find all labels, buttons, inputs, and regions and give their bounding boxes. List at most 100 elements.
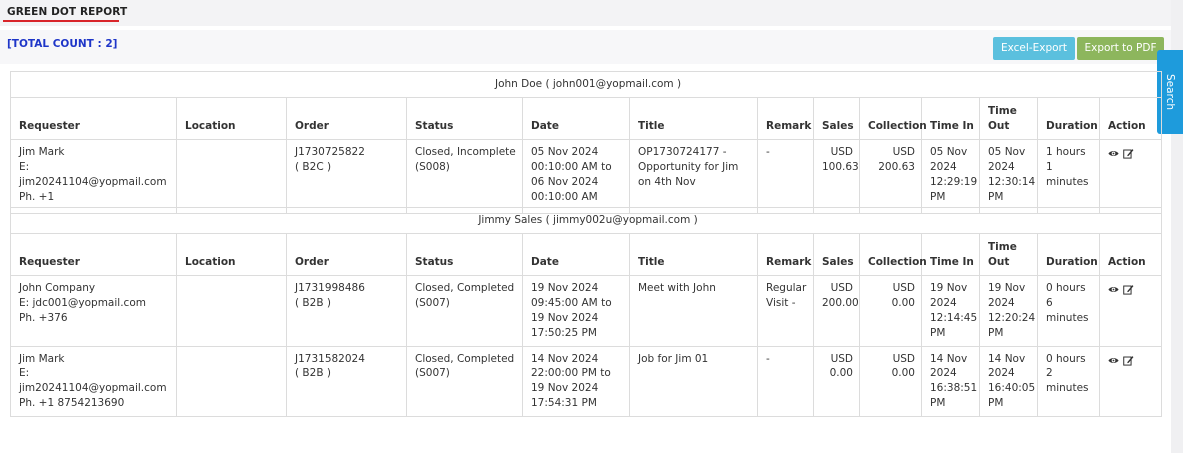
time-in-cell: 19 Nov 2024 12:14:45 PM <box>921 275 980 347</box>
requester-cell: John Company E: jdc001@yopmail.com Ph. +37… <box>10 275 177 347</box>
column-header-duration: Duration <box>1037 96 1100 141</box>
column-header-collection: Collection <box>859 96 927 141</box>
column-header-time-in: Time In <box>921 96 980 141</box>
date-cell: 19 Nov 2024 09:45:00 AM to 19 Nov 2024 1… <box>522 275 630 347</box>
report-table-group: John Doe ( john001@yopmail.com ) Requeste… <box>9 71 1163 215</box>
group-header: Jimmy Sales ( jimmy002u@yopmail.com ) <box>9 207 1163 234</box>
column-header-requester: Requester <box>10 232 177 277</box>
column-header-remark: Remark <box>757 96 814 141</box>
order-cell: J1730725822 ( B2C ) <box>286 139 407 215</box>
column-header-sales: Sales <box>813 232 860 277</box>
location-cell <box>176 275 287 347</box>
requester-name: John Company <box>19 282 96 295</box>
eye-icon[interactable] <box>1108 284 1119 295</box>
time-out-cell: 14 Nov 2024 16:40:05 PM <box>979 345 1038 417</box>
status-cell: Closed, Incomplete (S008) <box>406 139 523 215</box>
excel-export-button[interactable]: Excel-Export <box>993 37 1075 60</box>
column-header-row: Requester Location Order Status Date Title Rem… <box>10 232 1163 277</box>
eye-icon[interactable] <box>1108 355 1119 366</box>
requester-phone: Ph. +1 8754213690 <box>19 396 125 409</box>
action-icons <box>1108 355 1134 366</box>
column-header-time-in: Time In <box>921 232 980 277</box>
order-cell: J1731582024 ( B2B ) <box>286 345 407 417</box>
title-cell: OP1730724177 - Opportunity for Jim on 4t… <box>629 139 758 215</box>
table-row: Jim Mark E: jim20241104@yopmail.com Ph. +1… <box>10 139 1163 215</box>
column-header-location: Location <box>176 96 287 141</box>
column-header-order: Order <box>286 96 407 141</box>
date-cell: 05 Nov 2024 00:10:00 AM to 06 Nov 2024 0… <box>522 139 630 215</box>
date-cell: 14 Nov 2024 22:00:00 PM to 19 Nov 2024 1… <box>522 345 630 417</box>
action-cell <box>1098 275 1163 347</box>
time-in-cell: 05 Nov 2024 12:29:19 PM <box>921 139 980 215</box>
export-pdf-button[interactable]: Export to PDF <box>1077 37 1164 60</box>
order-number: J1731582024 <box>295 352 365 365</box>
time-in-cell: 14 Nov 2024 16:38:51 PM <box>921 345 980 417</box>
column-header-collection: Collection <box>859 232 927 277</box>
column-header-row: Requester Location Order Status Date Title Rem… <box>10 96 1163 141</box>
requester-name: Jim Mark <box>19 146 65 159</box>
order-type: ( B2C ) <box>295 161 332 174</box>
column-header-status: Status <box>406 96 523 141</box>
order-type: ( B2B ) <box>295 297 331 310</box>
column-header-date: Date <box>522 232 630 277</box>
requester-email: E: jdc001@yopmail.com <box>19 297 146 310</box>
column-header-time-out: Time Out <box>979 232 1038 277</box>
column-header-sales: Sales <box>813 96 860 141</box>
remark-cell: - <box>757 139 814 215</box>
time-out-cell: 05 Nov 2024 12:30:14 PM <box>979 139 1038 215</box>
column-header-duration: Duration <box>1037 232 1100 277</box>
group-header: John Doe ( john001@yopmail.com ) <box>9 71 1163 98</box>
location-cell <box>176 345 287 417</box>
column-header-requester: Requester <box>10 96 177 141</box>
requester-name: Jim Mark <box>19 352 65 365</box>
column-header-order: Order <box>286 232 407 277</box>
order-number: J1731998486 <box>295 282 365 295</box>
remark-cell: - <box>757 345 814 417</box>
eye-icon[interactable] <box>1108 148 1119 159</box>
location-cell <box>176 139 287 215</box>
collection-cell: USD 200.63 <box>859 139 922 215</box>
collection-cell: USD 0.00 <box>859 275 922 347</box>
column-header-title: Title <box>629 232 758 277</box>
duration-cell: 1 hours 1 minutes <box>1037 139 1100 215</box>
requester-email: E: jim20241104@yopmail.com <box>19 161 167 188</box>
requester-phone: Ph. +376 <box>19 311 68 324</box>
table-row: Jim Mark E: jim20241104@yopmail.com Ph. +1… <box>10 345 1163 417</box>
column-header-title: Title <box>629 96 758 141</box>
title-cell: Job for Jim 01 <box>629 345 758 417</box>
table-row: John Company E: jdc001@yopmail.com Ph. +37… <box>10 275 1163 347</box>
column-header-action: Action <box>1098 96 1163 141</box>
edit-icon[interactable] <box>1123 355 1134 366</box>
requester-phone: Ph. +1 <box>19 190 55 203</box>
page-header <box>0 0 1171 26</box>
order-type: ( B2B ) <box>295 367 331 380</box>
status-cell: Closed, Completed (S007) <box>406 345 523 417</box>
requester-cell: Jim Mark E: jim20241104@yopmail.com Ph. +1 <box>10 139 177 215</box>
title-cell: Meet with John <box>629 275 758 347</box>
time-out-cell: 19 Nov 2024 12:20:24 PM <box>979 275 1038 347</box>
edit-icon[interactable] <box>1123 148 1134 159</box>
page-title: GREEN DOT REPORT <box>7 6 128 18</box>
requester-email: E: jim20241104@yopmail.com <box>19 367 167 395</box>
action-icons <box>1108 148 1134 159</box>
report-table-group: Jimmy Sales ( jimmy002u@yopmail.com ) Req… <box>9 207 1163 417</box>
search-tab-label: Search <box>1164 73 1176 111</box>
column-header-action: Action <box>1098 232 1163 277</box>
sales-cell: USD 200.00 <box>813 275 860 347</box>
order-number: J1730725822 <box>295 146 365 159</box>
requester-cell: Jim Mark E: jim20241104@yopmail.com Ph. +1… <box>10 345 177 417</box>
duration-cell: 0 hours 6 minutes <box>1037 275 1100 347</box>
status-cell: Closed, Completed (S007) <box>406 275 523 347</box>
total-count: [TOTAL COUNT : 2] <box>7 38 118 50</box>
title-underline <box>3 20 119 22</box>
column-header-date: Date <box>522 96 630 141</box>
remark-cell: Regular Visit - <box>757 275 814 347</box>
edit-icon[interactable] <box>1123 284 1134 295</box>
action-icons <box>1108 284 1134 295</box>
column-header-location: Location <box>176 232 287 277</box>
column-header-remark: Remark <box>757 232 814 277</box>
duration-cell: 0 hours 2 minutes <box>1037 345 1100 417</box>
action-cell <box>1098 139 1163 215</box>
sales-cell: USD 100.63 <box>813 139 860 215</box>
column-header-time-out: Time Out <box>979 96 1038 141</box>
